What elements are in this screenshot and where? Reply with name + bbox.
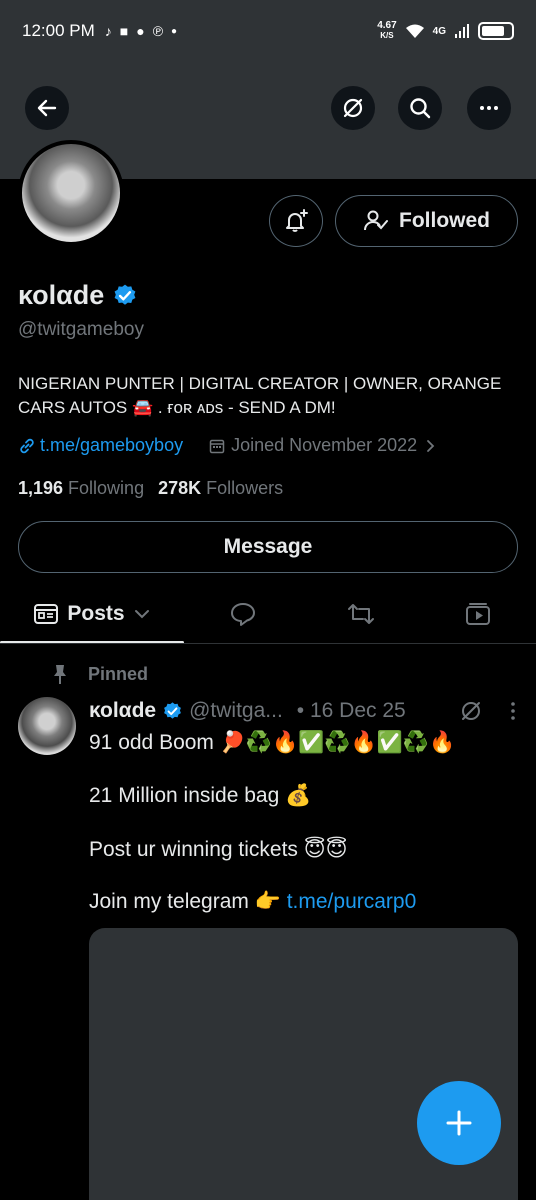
reply-icon [231,603,255,626]
compose-plus-icon [446,1110,472,1136]
net-speed: 4.67 K/S [377,20,397,41]
tiktok-icon: ♪ [104,23,112,39]
pin-icon [54,665,66,684]
post-author-name[interactable]: κοlαde [89,699,156,723]
notification-icons: ♪ ■ ● ℗ ● [105,23,177,39]
followed-label: Followed [399,209,490,232]
post-line: 91 odd Boom 🏓♻️🔥✅♻️🔥✅♻️🔥 [89,731,456,754]
system-icons: 4.67 K/S 4G [377,21,514,41]
tab-replies[interactable] [184,584,302,644]
profile-link[interactable]: t.me/gameboyboy [18,435,183,456]
post-avatar[interactable] [18,697,76,755]
compose-button[interactable] [417,1081,501,1165]
profile-bio: NIGERIAN PUNTER | DIGITAL CREATOR | OWNE… [18,374,502,417]
display-name: κοlαde [18,280,105,310]
retweet-icon [348,604,374,624]
network-type: 4G [432,25,446,37]
signal-icon [455,24,469,38]
tab-reposts[interactable] [302,584,420,644]
app-circle-icon: ● [136,23,145,39]
post-header: κοlαde @twitga... • 16 Dec 25 [89,699,519,723]
joined-date[interactable]: Joined November 2022 [209,435,437,456]
search-button[interactable] [398,86,442,130]
post-more-icon[interactable] [507,699,519,723]
profile-avatar[interactable] [18,140,124,246]
back-button[interactable] [25,86,69,130]
grok-button[interactable] [331,86,375,130]
post-date[interactable]: • 16 Dec 25 [297,699,406,723]
profile-name: κοlαde [18,280,138,311]
person-check-icon [364,210,388,231]
post-line: Join my telegram 👉 t.me/purcarp0 [89,890,417,913]
media-icon [466,603,490,625]
post-author-handle[interactable]: @twitga... [189,699,283,723]
calendar-icon [209,439,225,453]
tab-posts[interactable]: Posts [0,584,184,644]
profile-tabs: Posts [0,584,536,644]
posts-icon [34,604,59,624]
verified-badge-icon [164,701,181,719]
search-icon [410,98,431,119]
telegram-link[interactable]: t.me/purcarp0 [287,890,417,913]
following-stat[interactable]: 1,196 Following [18,478,144,499]
bell-plus-icon [286,209,308,232]
notifications-button[interactable] [269,195,323,247]
followers-stat[interactable]: 278K Followers [158,478,283,499]
wifi-icon [405,24,424,38]
grok-icon[interactable] [459,699,483,723]
more-icon [480,106,498,110]
more-button[interactable] [467,86,511,130]
app-square-icon: ■ [119,23,129,39]
link-icon [20,438,34,453]
verified-badge-icon[interactable] [112,283,138,309]
post-line: 21 Million inside bag 💰 [89,784,312,807]
profile-meta: t.me/gameboyboy Joined November 2022 [18,435,437,456]
chevron-down-icon [134,610,149,619]
post-line: Post ur winning tickets 😇😇 [89,838,348,861]
chevron-right-icon [427,439,435,452]
back-arrow-icon [37,99,57,117]
battery-icon [478,22,514,40]
status-bar: 12:00 PM ♪ ■ ● ℗ ● 4.67 K/S 4G [0,0,536,62]
more-dot-icon: ● [171,25,178,37]
pinterest-icon: ℗ [152,23,164,39]
status-time: 12:00 PM [22,21,95,40]
tab-divider [0,643,536,644]
follow-stats: 1,196 Following 278K Followers [18,478,283,499]
message-button[interactable]: Message [18,521,518,573]
pinned-indicator: Pinned [50,663,148,685]
profile-handle: @twitgameboy [18,319,144,340]
tab-media[interactable] [420,584,536,644]
grok-icon [343,98,363,118]
followed-button[interactable]: Followed [335,195,518,247]
